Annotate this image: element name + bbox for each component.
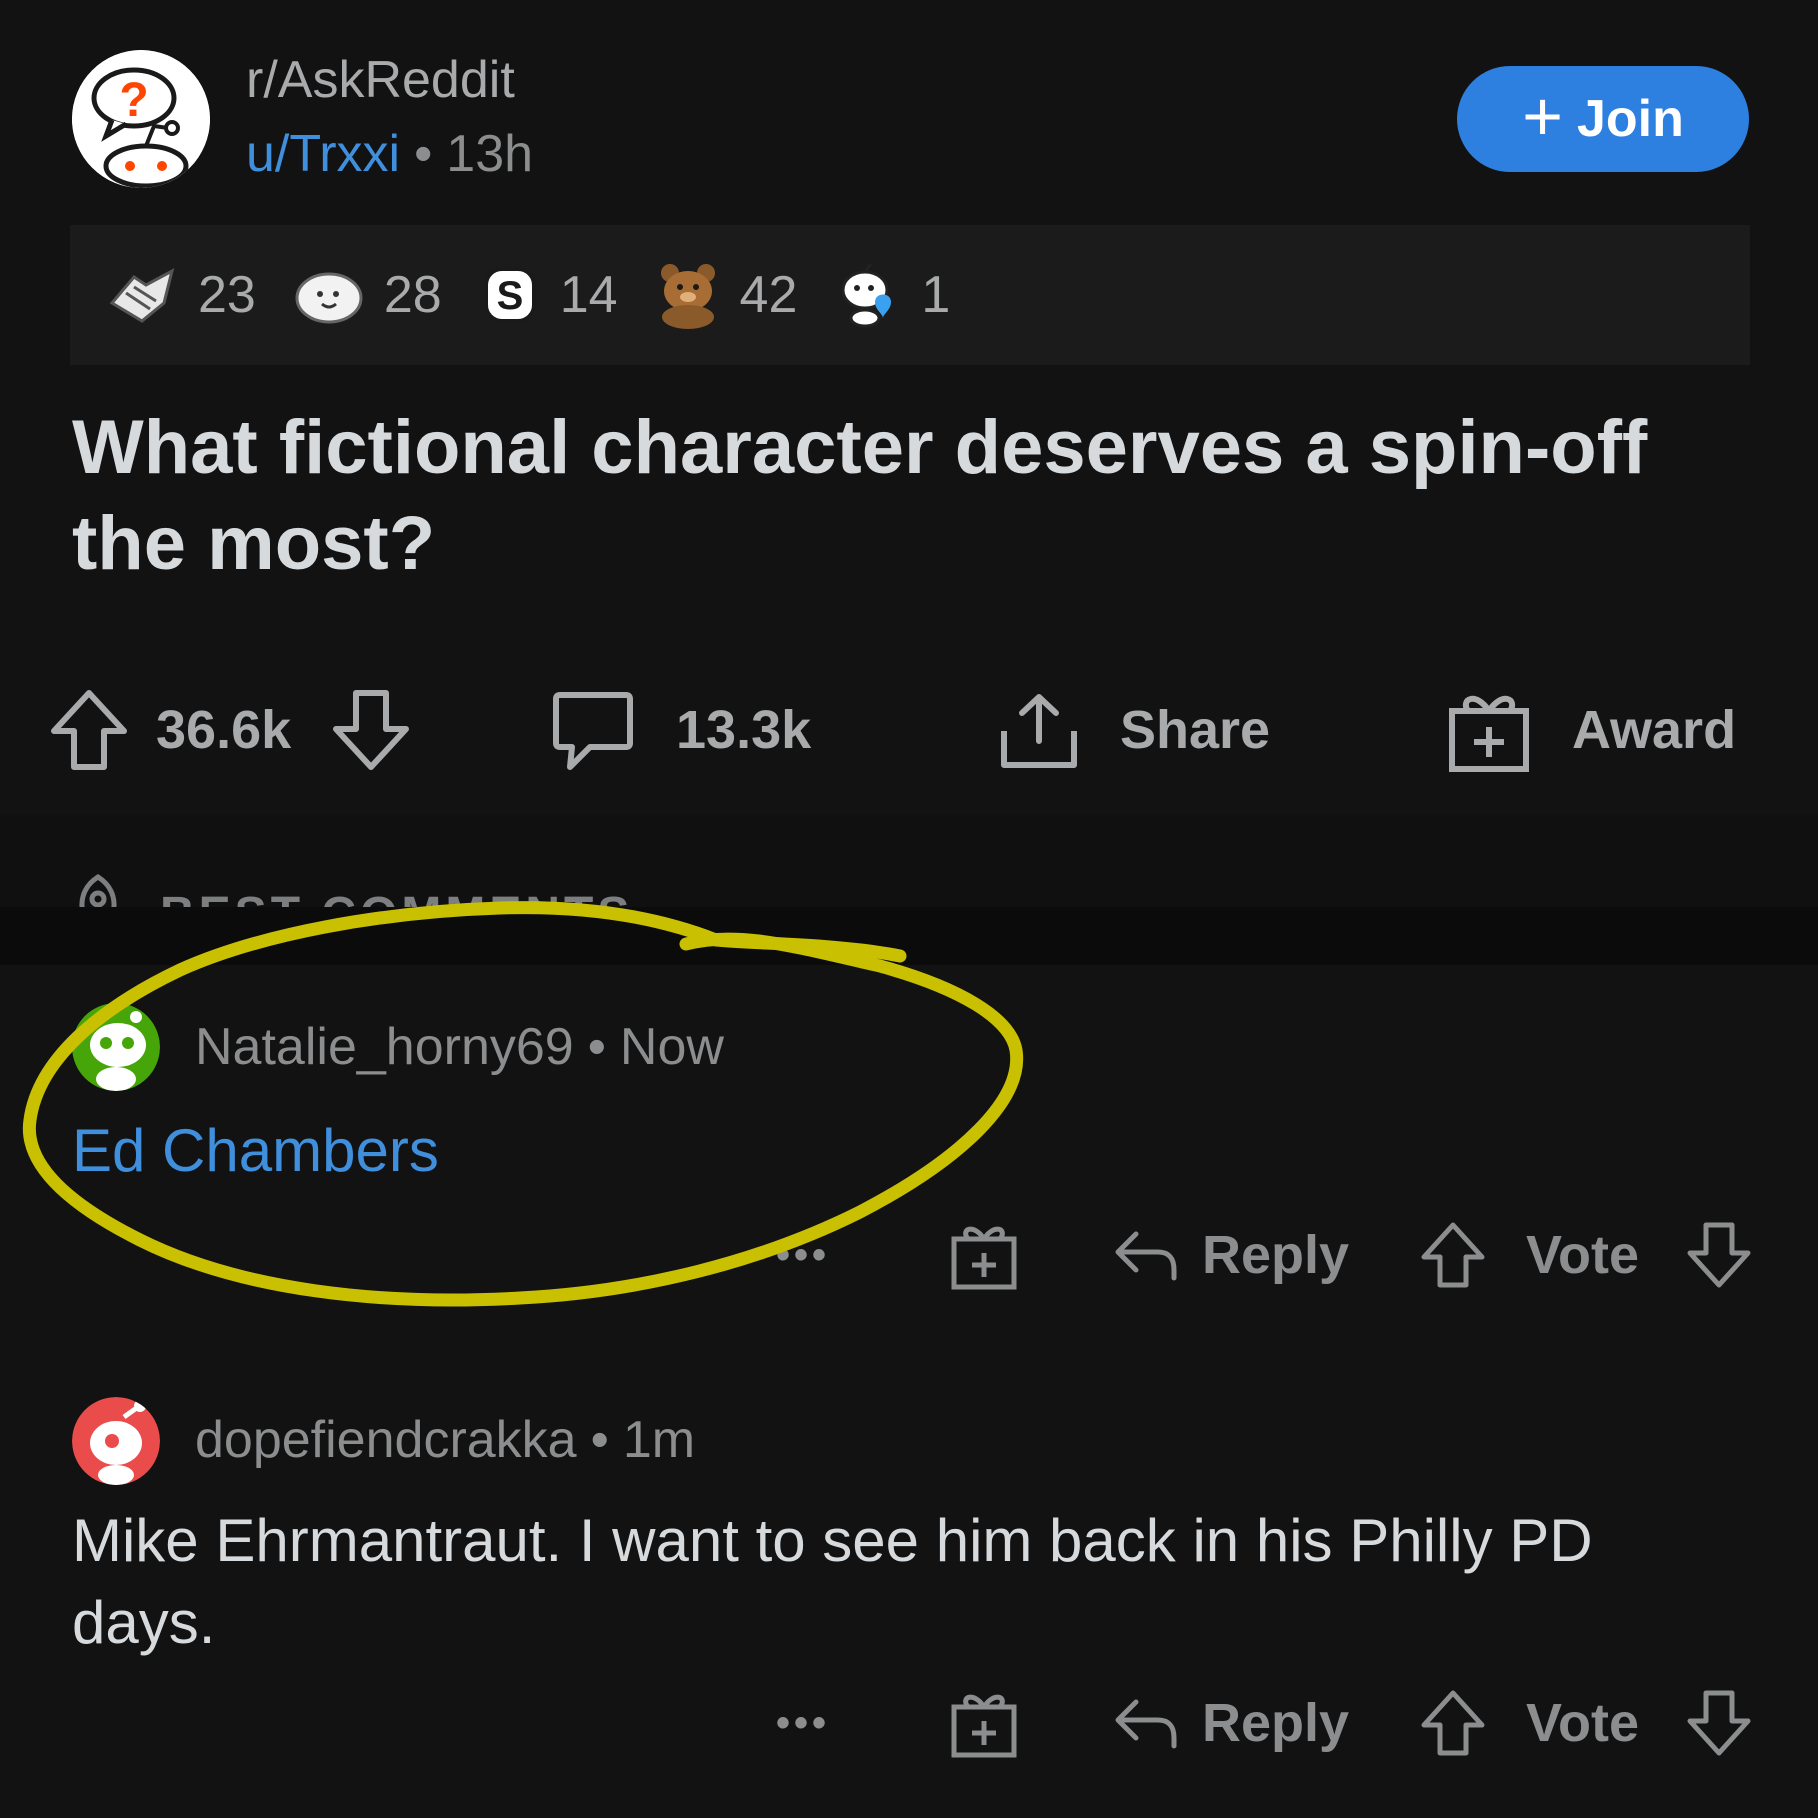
awards-bar[interactable]: 23 28 S 14 42 1 bbox=[70, 225, 1750, 365]
upvote-arrow-icon bbox=[1421, 1222, 1485, 1288]
upvote-arrow-icon bbox=[51, 690, 127, 770]
award-item[interactable]: 1 bbox=[835, 262, 950, 328]
join-button[interactable]: + Join bbox=[1457, 66, 1749, 172]
reply-arrow-icon bbox=[1115, 1699, 1177, 1749]
downvote-arrow-icon bbox=[1687, 1690, 1751, 1756]
gift-icon bbox=[951, 1226, 1017, 1290]
handshake-award-icon bbox=[109, 268, 175, 323]
award-button[interactable] bbox=[950, 1210, 1018, 1300]
award-item[interactable]: 23 bbox=[106, 263, 256, 327]
downvote-button[interactable] bbox=[1686, 1210, 1752, 1300]
upvote-arrow-icon bbox=[1421, 1690, 1485, 1756]
comment-actions: ••• Reply Vote bbox=[0, 1210, 1818, 1300]
post-actions: 36.6k 13.3k Share Award bbox=[0, 680, 1818, 780]
post-title[interactable]: What fictional character deserves a spin… bbox=[72, 400, 1752, 592]
plus-icon: + bbox=[1522, 77, 1563, 155]
comment: Natalie_horny69 • Now Ed Chambers ••• Repl… bbox=[0, 965, 1818, 1325]
comment-sort-bar[interactable]: BEST COMMENTS bbox=[0, 815, 1818, 907]
bear-award-icon bbox=[660, 264, 715, 329]
downvote-arrow-icon bbox=[1687, 1222, 1751, 1288]
comment-bubble-icon bbox=[553, 692, 633, 770]
award-button[interactable]: Award bbox=[1446, 680, 1736, 780]
reply-button[interactable]: Reply bbox=[1112, 1678, 1349, 1768]
comment-age: 1m bbox=[622, 1411, 696, 1469]
comment-age: Now bbox=[619, 1018, 724, 1076]
vote-label: Vote bbox=[1526, 1693, 1640, 1753]
vote-count: 36.6k bbox=[156, 700, 292, 760]
subreddit-name[interactable]: r/AskReddit bbox=[246, 50, 515, 110]
meta-separator: • bbox=[590, 1411, 609, 1469]
downvote-arrow-icon bbox=[333, 690, 409, 770]
reply-button[interactable]: Reply bbox=[1112, 1210, 1349, 1300]
svg-text:?: ? bbox=[119, 74, 148, 127]
award-item[interactable]: 28 bbox=[294, 264, 442, 326]
award-label: Award bbox=[1572, 700, 1737, 760]
share-label: Share bbox=[1120, 700, 1271, 760]
reply-label: Reply bbox=[1202, 1225, 1350, 1285]
more-options-button[interactable]: ••• bbox=[776, 1678, 830, 1768]
upvote-button[interactable] bbox=[48, 680, 130, 780]
avatar[interactable] bbox=[72, 1003, 160, 1091]
sort-label[interactable]: BEST COMMENTS bbox=[160, 887, 633, 907]
award-count: 42 bbox=[739, 266, 798, 324]
more-options-button[interactable]: ••• bbox=[776, 1210, 830, 1300]
award-count: 1 bbox=[921, 266, 951, 324]
rocket-icon bbox=[79, 874, 117, 907]
upvote-button[interactable] bbox=[1420, 1210, 1486, 1300]
comment-body[interactable]: Mike Ehrmantraut. I want to see him back… bbox=[72, 1500, 1752, 1664]
award-button[interactable] bbox=[950, 1678, 1018, 1768]
downvote-button[interactable] bbox=[330, 680, 412, 780]
comment-count: 13.3k bbox=[676, 700, 812, 760]
join-label: Join bbox=[1576, 90, 1684, 148]
meta-separator: • bbox=[414, 125, 433, 183]
svg-text:S: S bbox=[496, 274, 523, 318]
post-author[interactable]: u/Trxxi bbox=[246, 125, 400, 183]
comment: dopefiendcrakka • 1m Mike Ehrmantraut. I w… bbox=[0, 1362, 1818, 1818]
comment-author[interactable]: Natalie_horny69 bbox=[195, 1018, 574, 1076]
silver-coin-award-icon: S bbox=[483, 267, 536, 323]
award-item[interactable]: 42 bbox=[656, 261, 798, 329]
share-button[interactable]: Share bbox=[996, 680, 1270, 780]
gift-icon bbox=[951, 1694, 1017, 1758]
comment-actions: ••• Reply Vote bbox=[0, 1678, 1818, 1768]
downvote-button[interactable] bbox=[1686, 1678, 1752, 1768]
reply-label: Reply bbox=[1202, 1693, 1350, 1753]
post-meta: u/Trxxi • 13h bbox=[246, 124, 533, 184]
gift-icon bbox=[1449, 696, 1529, 772]
comment-author[interactable]: dopefiendcrakka bbox=[195, 1411, 577, 1469]
post-card: ? r/AskReddit u/Trxxi • 13h + Join 23 28… bbox=[0, 0, 1818, 815]
award-count: 14 bbox=[559, 266, 618, 324]
award-count: 23 bbox=[198, 266, 256, 324]
snoo-heart-award-icon bbox=[841, 263, 892, 328]
comment-meta: dopefiendcrakka • 1m bbox=[195, 1410, 695, 1470]
subreddit-avatar-icon[interactable]: ? bbox=[72, 50, 210, 188]
award-item[interactable]: S 14 bbox=[480, 263, 618, 327]
vote-label: Vote bbox=[1526, 1225, 1640, 1285]
share-icon bbox=[1001, 694, 1077, 768]
reply-arrow-icon bbox=[1115, 1231, 1177, 1281]
upvote-button[interactable] bbox=[1420, 1678, 1486, 1768]
comment-meta: Natalie_horny69 • Now bbox=[195, 1017, 724, 1077]
post-age: 13h bbox=[446, 125, 534, 183]
avatar[interactable] bbox=[72, 1397, 160, 1485]
comment-body[interactable]: Ed Chambers bbox=[72, 1110, 1752, 1192]
award-count: 28 bbox=[383, 266, 442, 324]
comments-button[interactable]: 13.3k bbox=[550, 680, 811, 780]
wholesome-seal-award-icon bbox=[295, 272, 363, 324]
meta-separator: • bbox=[587, 1018, 606, 1076]
